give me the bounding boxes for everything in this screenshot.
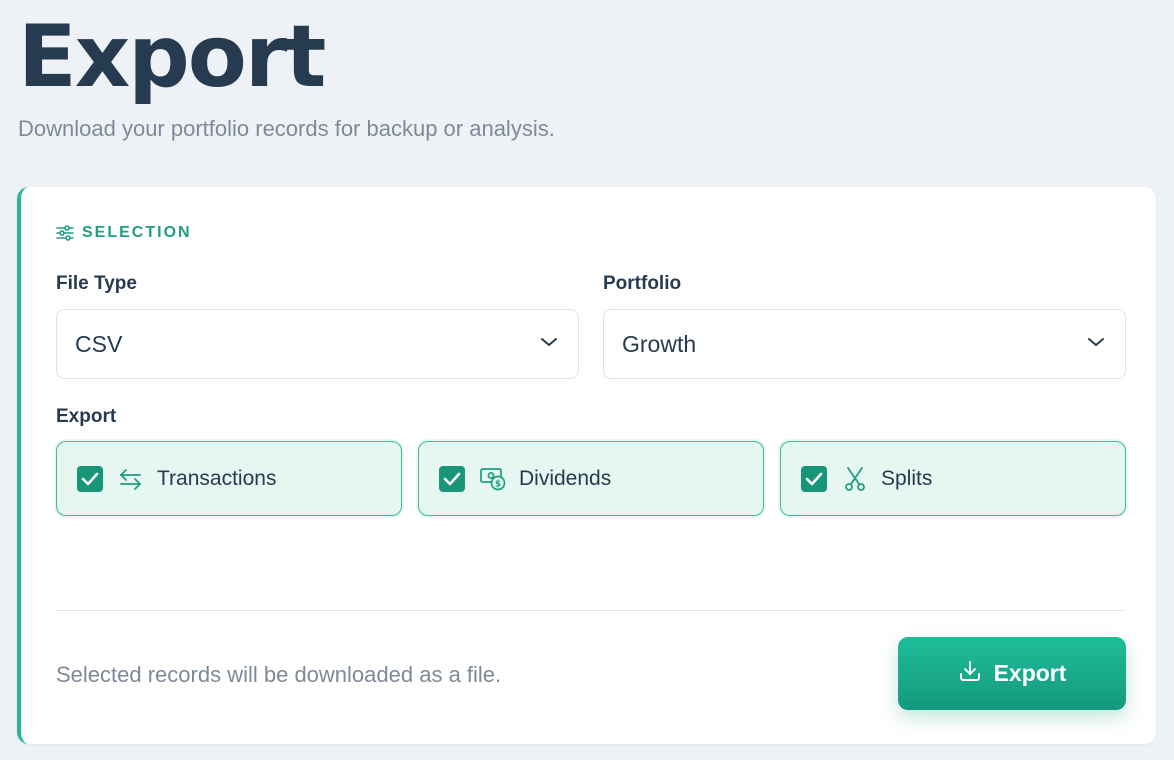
chevron-down-icon: [1087, 335, 1105, 353]
chevron-down-icon: [540, 335, 558, 353]
option-splits[interactable]: Splits: [780, 441, 1126, 516]
section-header: SELECTION: [56, 224, 192, 242]
file-type-label: File Type: [56, 273, 137, 294]
download-icon: [958, 659, 982, 689]
sliders-icon: [56, 224, 74, 242]
checkbox-splits[interactable]: [801, 465, 827, 492]
export-options-label: Export: [56, 406, 117, 427]
option-transactions[interactable]: Transactions: [56, 441, 402, 516]
checkbox-dividends[interactable]: [439, 465, 465, 492]
portfolio-label: Portfolio: [603, 273, 682, 294]
arrows-swap-icon: [117, 465, 145, 493]
svg-text:$: $: [495, 479, 501, 489]
option-label: Dividends: [519, 466, 612, 490]
cash-icon: $: [479, 465, 507, 493]
portfolio-select[interactable]: Growth: [603, 309, 1126, 379]
export-card: SELECTION File Type CSV Portfolio Growth…: [17, 187, 1156, 744]
portfolio-value: Growth: [622, 330, 697, 357]
page-subtitle: Download your portfolio records for back…: [18, 116, 555, 141]
scissors-icon: [841, 465, 869, 493]
file-type-select[interactable]: CSV: [56, 309, 579, 379]
divider: [56, 610, 1126, 611]
export-options: Transactions $ Dividends Splits: [56, 441, 1126, 516]
section-label: SELECTION: [82, 224, 192, 241]
checkbox-transactions[interactable]: [77, 465, 103, 492]
footer-note: Selected records will be downloaded as a…: [56, 662, 502, 687]
option-label: Splits: [881, 466, 933, 490]
page-title: Export: [18, 7, 326, 107]
export-button[interactable]: Export: [898, 637, 1126, 710]
option-dividends[interactable]: $ Dividends: [418, 441, 764, 516]
file-type-value: CSV: [75, 330, 123, 357]
option-label: Transactions: [157, 466, 277, 490]
export-button-label: Export: [993, 660, 1067, 686]
